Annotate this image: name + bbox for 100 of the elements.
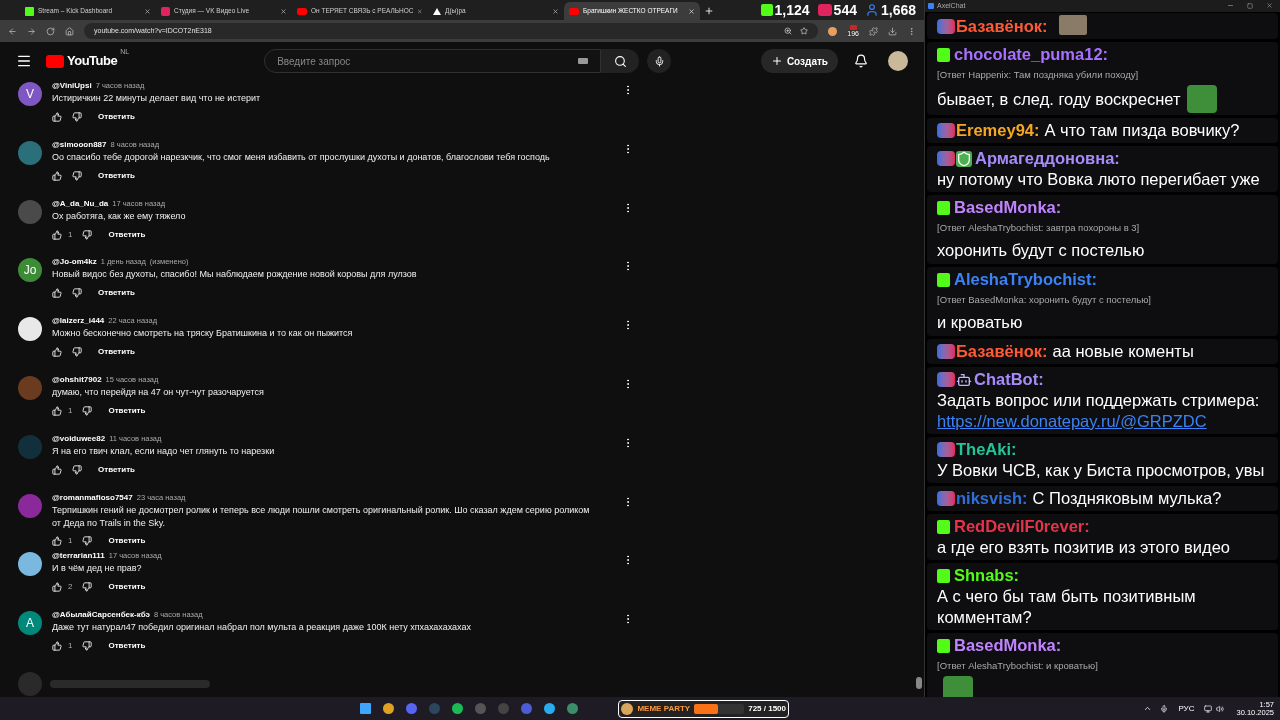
like-icon[interactable] — [52, 288, 62, 299]
bookmark-icon[interactable] — [800, 27, 809, 35]
create-button[interactable]: Создать — [760, 49, 838, 73]
avatar[interactable]: A — [18, 611, 42, 636]
maximize-icon[interactable] — [1247, 2, 1253, 9]
dislike-icon[interactable] — [72, 288, 82, 299]
new-tab-icon[interactable] — [704, 6, 714, 16]
taskbar-app-icon[interactable] — [521, 703, 533, 714]
back-icon[interactable] — [8, 26, 17, 36]
like-icon[interactable] — [52, 406, 62, 416]
tray-chevron-icon[interactable] — [1143, 704, 1153, 713]
comment-author[interactable]: @Jo-om4kz — [52, 256, 97, 269]
menu-icon[interactable] — [16, 53, 32, 69]
chat-author[interactable]: RedDevilF0rever: — [954, 516, 1090, 535]
dislike-icon[interactable] — [82, 582, 93, 593]
comment-author[interactable]: @simooon887 — [52, 138, 107, 151]
monitor-icon[interactable] — [1204, 704, 1213, 713]
taskbar-app-icon[interactable] — [406, 703, 418, 714]
like-icon[interactable] — [52, 641, 62, 652]
avatar[interactable]: Jo — [18, 258, 42, 283]
reply-button[interactable]: Ответить — [104, 228, 150, 241]
avatar-image-placeholder[interactable] — [18, 317, 42, 342]
chat-author[interactable]: TheAki: — [956, 439, 1017, 458]
comment-author[interactable]: @laizerz_i444 — [52, 315, 105, 328]
search-button[interactable] — [601, 49, 640, 73]
plus-icon[interactable] — [770, 55, 783, 67]
taskbar-app-icon[interactable] — [383, 703, 395, 714]
reply-button[interactable]: Ответить — [104, 535, 150, 548]
volume-icon[interactable] — [1216, 704, 1225, 713]
like-icon[interactable] — [52, 170, 62, 181]
chat-author[interactable]: Shnabs: — [954, 565, 1020, 584]
chat-author[interactable]: ChatBot: — [974, 369, 1044, 388]
like-icon[interactable] — [52, 464, 62, 475]
like-icon[interactable] — [52, 582, 62, 593]
dislike-icon[interactable] — [72, 347, 82, 358]
account-avatar[interactable] — [888, 51, 908, 71]
chat-author[interactable]: Армагеддоновна: — [975, 148, 1120, 167]
chat-author[interactable]: chocolate_puma12: — [954, 44, 1109, 63]
chat-author[interactable]: Базавёнок: — [956, 341, 1048, 360]
chat-author[interactable]: niksvish: — [956, 488, 1028, 507]
reload-icon[interactable] — [46, 26, 55, 36]
like-icon[interactable] — [52, 347, 62, 358]
reply-button[interactable]: Ответить — [94, 346, 139, 359]
taskbar-app-icon[interactable] — [544, 703, 556, 714]
youtube-logo-icon[interactable] — [46, 54, 64, 68]
comment-author[interactable]: @voiduwee82 — [52, 432, 106, 445]
like-icon[interactable] — [52, 229, 62, 240]
youtube-wordmark[interactable]: YouTube — [67, 51, 118, 71]
extensions-icon[interactable] — [869, 26, 878, 36]
reply-button[interactable]: Ответить — [94, 169, 139, 182]
dislike-icon[interactable] — [82, 229, 93, 240]
like-icon[interactable] — [52, 112, 62, 122]
dislike-icon[interactable] — [72, 112, 82, 122]
windows-start-icon[interactable] — [360, 703, 372, 714]
comment-author[interactable]: @АбылайСарсенбек-кбэ — [52, 609, 150, 622]
microphone-icon[interactable] — [653, 55, 665, 67]
like-icon[interactable] — [52, 536, 62, 547]
dislike-icon[interactable] — [72, 170, 82, 181]
search-field[interactable]: Введите запрос — [264, 49, 602, 73]
reply-button[interactable]: Ответить — [94, 111, 139, 123]
reply-button[interactable]: Ответить — [94, 463, 139, 476]
comment-author[interactable]: @ohshit7902 — [52, 374, 102, 386]
reply-button[interactable]: Ответить — [94, 287, 139, 300]
close-icon[interactable] — [280, 7, 287, 15]
forward-icon[interactable] — [27, 26, 36, 36]
reply-button[interactable]: Ответить — [104, 581, 150, 594]
zoom-icon[interactable] — [784, 27, 793, 35]
language-indicator[interactable]: РУС — [1178, 702, 1195, 715]
chat-author[interactable]: Eremey94: — [956, 120, 1040, 139]
reply-button[interactable]: Ответить — [104, 640, 150, 653]
close-icon[interactable] — [1266, 2, 1273, 10]
comment-author[interactable]: @ViniUpsi — [52, 80, 92, 92]
search-icon[interactable] — [613, 54, 627, 68]
dislike-icon[interactable] — [82, 406, 93, 416]
chat-author[interactable]: AleshaTrybochist: — [954, 269, 1098, 288]
dislike-icon[interactable] — [72, 464, 82, 475]
avatar-image-placeholder[interactable] — [18, 552, 42, 577]
taskbar-app-icon[interactable] — [567, 703, 579, 714]
close-icon[interactable] — [552, 7, 559, 15]
chat-author[interactable]: Базавёнок: — [956, 16, 1048, 35]
avatar[interactable]: V — [18, 82, 42, 106]
extension-icon[interactable] — [828, 26, 838, 36]
reply-button[interactable]: Ответить — [104, 405, 150, 417]
chat-author[interactable]: BasedMonka: — [954, 635, 1062, 654]
microphone-icon[interactable] — [1160, 704, 1169, 713]
voice-search-button[interactable] — [647, 49, 672, 73]
download-icon[interactable] — [888, 26, 897, 36]
comment-author[interactable]: @A_da_Nu_da — [52, 197, 109, 210]
comment-author[interactable]: @terrarian111 — [52, 550, 105, 563]
close-icon[interactable] — [417, 7, 423, 15]
home-icon[interactable] — [65, 26, 74, 36]
taskbar-app-icon[interactable] — [452, 703, 464, 714]
dislike-icon[interactable] — [82, 536, 93, 547]
comment-author[interactable]: @romanmafioso7547 — [52, 491, 133, 504]
notifications-icon[interactable] — [854, 54, 868, 68]
dislike-icon[interactable] — [82, 641, 93, 652]
close-icon[interactable] — [144, 7, 151, 15]
donation-link[interactable]: https://new.donatepay.ru/@GRPZDC — [937, 410, 1268, 432]
chat-author[interactable]: BasedMonka: — [954, 197, 1062, 216]
keyboard-icon[interactable] — [578, 58, 589, 64]
